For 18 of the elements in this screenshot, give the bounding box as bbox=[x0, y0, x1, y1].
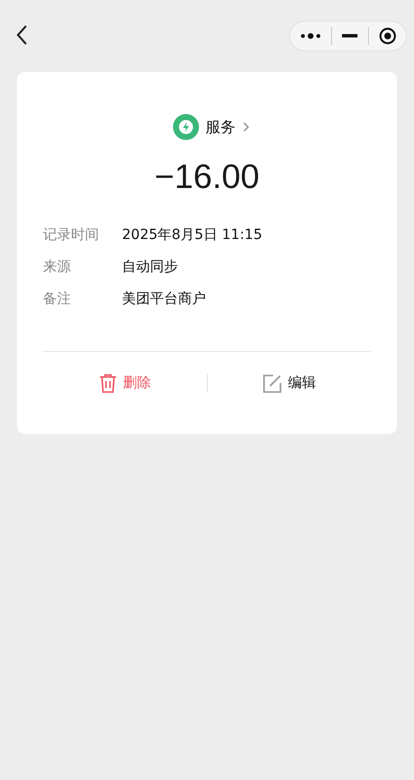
edit-icon bbox=[262, 374, 282, 392]
minimize-icon[interactable] bbox=[342, 34, 358, 38]
edit-button[interactable]: 编辑 bbox=[208, 374, 371, 392]
chevron-icon bbox=[242, 122, 250, 132]
more-icon[interactable] bbox=[300, 32, 322, 40]
delete-button[interactable]: 删除 bbox=[43, 373, 206, 393]
amount: −16.00 bbox=[154, 158, 260, 197]
detail-label: 备注 bbox=[43, 290, 72, 308]
detail-value: 2025年8月5日 11:15 bbox=[122, 226, 262, 244]
category-link[interactable]: 服务 bbox=[51, 114, 371, 140]
detail-value: 自动同步 bbox=[122, 258, 178, 276]
detail-label: 记录时间 bbox=[43, 226, 100, 244]
back-icon[interactable] bbox=[16, 25, 28, 45]
detail-label: 来源 bbox=[43, 258, 72, 276]
trash-icon bbox=[98, 373, 117, 393]
detail-value: 美团平台商户 bbox=[122, 290, 206, 308]
category-icon bbox=[172, 114, 198, 140]
close-icon[interactable] bbox=[378, 27, 396, 45]
